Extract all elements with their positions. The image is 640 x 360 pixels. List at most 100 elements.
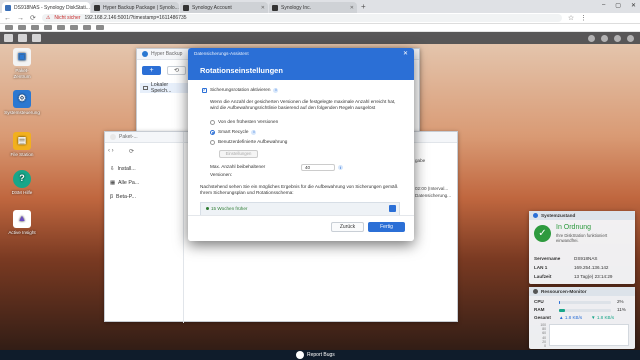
sidebar-item-label: Lokaler Speich... [150,82,172,94]
address-bar-row: ← → ⟳ ⚠ Nicht sicher 192.168.2.146:5001/… [0,13,640,24]
hyper-backup-task-icon[interactable] [18,34,27,42]
desktop-icon-control-panel[interactable]: ⚙ Systemsteuerung [4,90,40,116]
back-button[interactable]: Zurück [331,222,364,232]
new-tab-button[interactable]: + [361,2,366,11]
help-icon: ? [13,170,31,188]
backup-wizard-dialog: Datensicherungs-Assistent ✕ Rotationsein… [188,48,414,241]
star-icon[interactable]: ☆ [568,14,574,22]
close-tab-icon[interactable]: ✕ [350,5,354,11]
reload-icon[interactable]: ⟳ [30,14,36,22]
y-axis: 100 80 60 40 20 0 [535,323,546,348]
url-text: 192.168.2.146:5001/?timestamp=1611486735 [84,15,187,21]
dialog-heading: Rotationseinstellungen [200,66,283,75]
bug-icon [296,351,304,359]
sidebar-item-local-storage[interactable]: Lokaler Speich... [140,82,188,94]
bookmark-icon[interactable] [70,25,78,30]
info-icon[interactable]: i [338,165,343,170]
radio-label: Benutzerdefinierte Aufbewahrung [218,139,288,144]
rotation-description: Wenn die Anzahl der gesicherten Versione… [210,99,396,110]
bookmark-icon[interactable] [96,25,104,30]
radio-earliest[interactable]: Von den frühesten Versionen [210,119,278,125]
checkmark-icon: ✓ [202,87,207,93]
download-rate-value: 1.8 KB/s [596,315,615,320]
bookmark-icon[interactable] [18,25,26,30]
tick-label: 0 [544,344,546,349]
security-label: Nicht sicher [54,15,81,21]
tab-title: DS918NAS - Synology DiskStati... [14,4,90,11]
radio-icon [210,139,215,145]
resource-monitor-widget: Ressourcen-Monitor CPU 2% RAM 11% Gesamt… [529,287,635,349]
back-arrow-icon[interactable]: ← [4,15,11,22]
cpu-label: CPU [534,299,544,304]
browser-tab[interactable]: Synology Inc. ✕ [269,2,357,13]
info-icon[interactable]: i [273,87,279,93]
minimize-icon[interactable]: – [602,2,605,9]
upload-rate-value: 1.8 KB/s [564,315,583,320]
detail-text: 02:00 (Interval... [415,186,449,191]
system-health-widget: Systemzustand ✓ In Ordnung Ihre DiskStat… [529,211,635,284]
settings-button[interactable]: Einstellungen [219,150,258,158]
widget-title: Ressourcen-Monitor [541,289,587,294]
main-menu-icon[interactable] [4,34,13,42]
bookmark-icon[interactable] [83,25,91,30]
browser-tab[interactable]: Hyper Backup Package | Synolo...✕ [91,2,179,13]
notifications-icon[interactable] [588,34,595,42]
sidebar-item-label: Install... [117,166,136,172]
sidebar-item-label: Alle Pa... [118,180,140,186]
browser-tab[interactable]: DS918NAS - Synology DiskStati...✕ [2,2,90,13]
versions-label: Versionen: [210,172,233,177]
desktop-icon-dsm-help[interactable]: ? DSM Hilfe [4,170,40,196]
window-title: Hyper Backup [151,51,183,57]
report-bugs-button[interactable]: Report Bugs [296,350,335,360]
maximize-icon[interactable]: ▢ [615,2,621,9]
health-description: Ihre DiskStation funktioniert einwandfre… [556,233,608,243]
info-key: Laufzeit [534,274,552,279]
enable-rotation-checkbox[interactable]: ✓ Sicherungsrotation aktivieren i [202,87,279,93]
monitor-icon [533,289,538,294]
close-window-icon[interactable]: ✕ [631,2,636,9]
browser-tab[interactable]: Synology Account ✕ [180,2,268,13]
radio-custom-retention[interactable]: Benutzerdefinierte Aufbewahrung [210,139,287,145]
sidebar-item-installed[interactable]: ⇩ Install... [110,166,136,172]
health-status: In Ordnung [556,224,592,231]
close-icon[interactable]: ✕ [403,50,408,57]
search-icon[interactable] [614,34,621,42]
desktop-icon-active-insight[interactable]: ▲ Active Insight [4,210,40,236]
max-versions-input[interactable]: 40 [301,164,335,171]
radio-smart-recycle[interactable]: Smart Recycle i [210,129,257,135]
desktop-icon-package-center[interactable]: ▣ Paket- Zentrum [4,48,40,79]
bookmark-icon[interactable] [44,25,52,30]
bookmark-icon[interactable] [31,25,39,30]
package-center-task-icon[interactable] [32,34,41,42]
restore-icon[interactable]: ⟲ [167,66,186,75]
desktop-icon-file-station[interactable]: ▤ File Station [4,132,40,158]
cpu-bar-fill [559,301,561,304]
bookmark-icon[interactable] [57,25,65,30]
info-key: LAN 1 [534,265,548,270]
close-tab-icon[interactable]: ✕ [261,5,265,11]
widgets-icon[interactable] [627,34,634,42]
dialog-header: Datensicherungs-Assistent ✕ Rotationsein… [188,48,414,80]
desktop-icon-label: DSM Hilfe [11,190,33,195]
storage-icon [143,86,148,90]
desktop-icon-label: File Station [10,152,34,157]
bookmark-icon[interactable] [5,25,13,30]
window-controls: – ▢ ✕ [602,2,636,9]
menu-icon[interactable]: ⋮ [580,14,587,22]
refresh-icon[interactable]: ⟳ [129,148,134,155]
dialog-body: ✓ Sicherungsrotation aktivieren i Wenn d… [188,80,414,215]
sidebar-item-beta[interactable]: β Beta-P... [110,194,136,200]
done-button[interactable]: Fertig [368,222,405,232]
back-arrow-icon[interactable]: ‹ › [108,148,114,154]
user-icon[interactable] [601,34,608,42]
beta-icon: β [110,194,114,200]
forward-arrow-icon[interactable]: → [17,15,24,22]
add-task-button[interactable]: + [142,66,161,75]
url-field[interactable]: ⚠ Nicht sicher 192.168.2.146:5001/?times… [41,14,562,22]
info-icon[interactable]: i [251,129,257,135]
sidebar-item-all-packages[interactable]: ▦ Alle Pa... [110,180,139,186]
window-title: Paket-... [119,134,138,140]
max-versions-value: 40 [305,164,311,170]
widget-header: Ressourcen-Monitor [529,287,635,296]
package-icon [110,134,116,140]
